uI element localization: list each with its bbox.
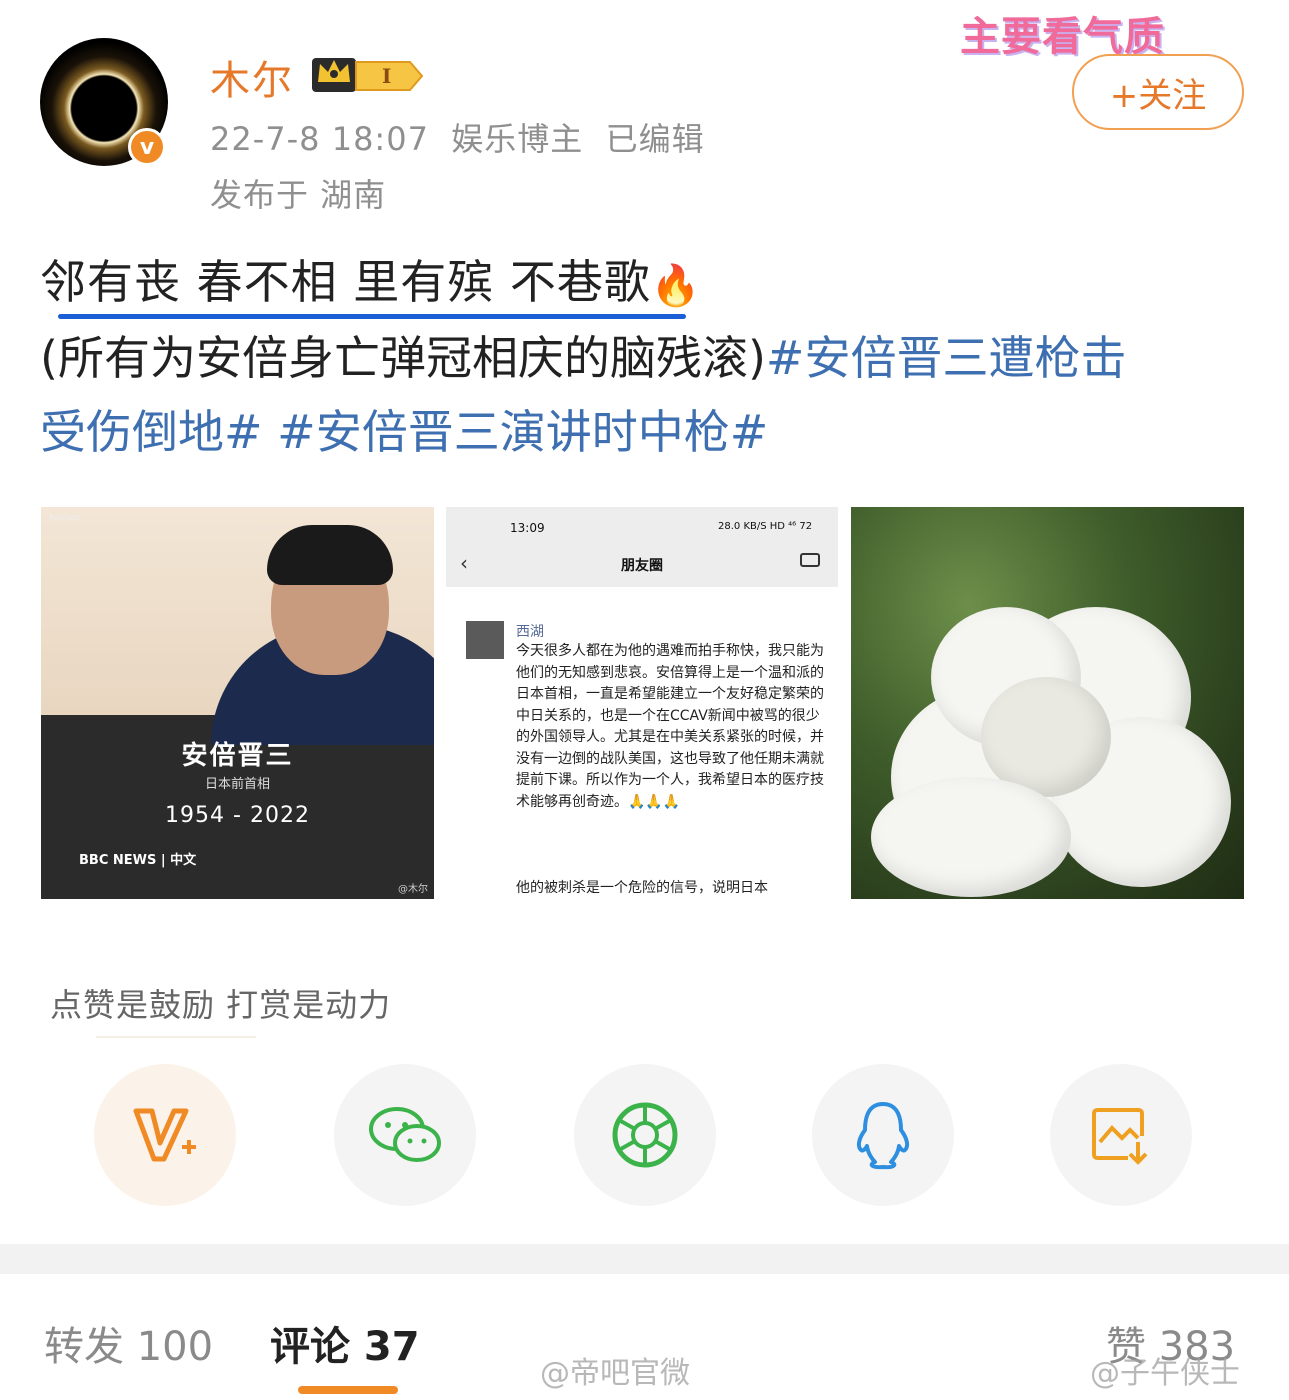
- role-label: 娱乐博主: [451, 120, 584, 158]
- post-line-2: (所有为安倍身亡弹冠相庆的脑残滚)#安倍晋三遭枪击: [40, 322, 1126, 388]
- reward-prompt: 点赞是鼓励 打赏是动力: [50, 986, 392, 1024]
- post-line-1: 邻有丧 春不相 里有殡 不巷歌🔥: [40, 246, 702, 312]
- text-underline: [58, 314, 686, 319]
- post-text-line1: 邻有丧 春不相 里有殡 不巷歌: [40, 255, 651, 309]
- phone-status: 28.0 KB/S HD ⁴⁶ 72: [718, 521, 813, 532]
- phone-time: 13:09: [510, 521, 545, 535]
- flower-petal: [871, 777, 1071, 897]
- memorial-years: 1954 - 2022: [165, 803, 310, 828]
- save-image-icon: [1092, 1108, 1148, 1165]
- v-badge-icon: v: [128, 128, 166, 166]
- portrait-hair: [267, 525, 393, 585]
- location-label: 发布于 湖南: [210, 176, 387, 214]
- hashtag-1b[interactable]: 受伤倒地#: [40, 405, 263, 459]
- portrait-photo: Reuters: [41, 507, 434, 745]
- reward-pointer: [96, 1036, 256, 1038]
- v-plus-button[interactable]: [94, 1064, 236, 1206]
- phone-topbar: [446, 507, 838, 587]
- qq-share-button[interactable]: [812, 1064, 954, 1206]
- memorial-name: 安倍晋三: [181, 741, 294, 771]
- section-divider: [0, 1244, 1289, 1274]
- image-white-flower[interactable]: [851, 507, 1244, 899]
- post-line-3: 受伤倒地# #安倍晋三演讲时中枪#: [40, 396, 768, 462]
- post-meta: 22-7-8 18:07 娱乐博主 已编辑: [210, 114, 705, 160]
- hashtag-1a[interactable]: #安倍晋三遭枪击: [766, 331, 1127, 385]
- hashtag-2[interactable]: #安倍晋三演讲时中枪#: [277, 405, 768, 459]
- moments-share-button[interactable]: [574, 1064, 716, 1206]
- moments-text-2: 他的被刺杀是一个危险的信号，说明日本: [516, 880, 768, 896]
- v-plus-icon: [133, 1108, 196, 1162]
- moments-title: 朋友圈: [621, 558, 663, 574]
- wechat-share-button[interactable]: [334, 1064, 476, 1206]
- moments-icon: [612, 1102, 678, 1168]
- timestamp: 22-7-8 18:07: [210, 120, 429, 158]
- tab-repost[interactable]: 转发 100: [44, 1314, 213, 1372]
- follow-button[interactable]: +关注: [1072, 54, 1244, 130]
- edited-label: 已编辑: [605, 120, 705, 158]
- image-watermark: @木尔: [398, 884, 428, 895]
- image-moments-screenshot[interactable]: 13:09 28.0 KB/S HD ⁴⁶ 72 ‹ 朋友圈 西湖 今天很多人都…: [446, 507, 838, 899]
- moments-nick: 西湖: [516, 624, 544, 640]
- qq-icon: [856, 1102, 910, 1170]
- fire-icon: 🔥: [650, 263, 702, 309]
- wechat-icon: [369, 1107, 441, 1162]
- watermark-1: @帝吧官微: [540, 1356, 690, 1391]
- username[interactable]: 木尔: [210, 48, 294, 106]
- moments-text: 今天很多人都在为他的遇难而拍手称快，我只能为他们的无知感到悲哀。安倍算得上是一个…: [516, 643, 824, 810]
- image-abe-memorial[interactable]: Reuters 安倍晋三 日本前首相 1954 - 2022 BBC NEWS …: [41, 507, 434, 899]
- watermark-2: @子午侠士: [1090, 1356, 1240, 1391]
- tab-active-indicator: [298, 1386, 398, 1394]
- memorial-title: 日本前首相: [204, 777, 270, 792]
- photo-credit: Reuters: [49, 513, 80, 522]
- level-text: I: [382, 64, 391, 88]
- crown-level-icon: I: [312, 58, 424, 92]
- bbc-logo: BBC NEWS | 中文: [79, 853, 197, 868]
- moments-avatar: [466, 621, 504, 659]
- tab-comment[interactable]: 评论 37: [270, 1314, 420, 1372]
- post-text-line2: (所有为安倍身亡弹冠相庆的脑残滚): [40, 331, 766, 385]
- save-image-button[interactable]: [1050, 1064, 1192, 1206]
- camera-icon: [800, 553, 820, 567]
